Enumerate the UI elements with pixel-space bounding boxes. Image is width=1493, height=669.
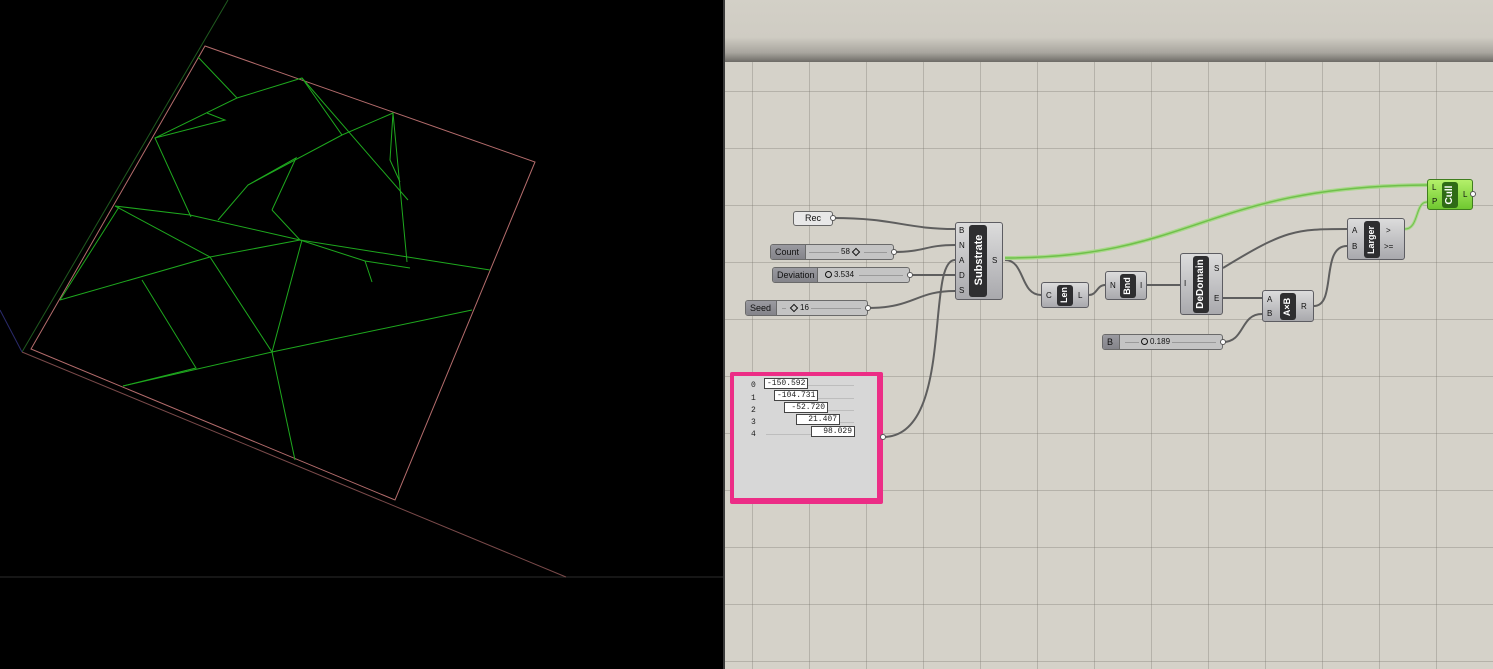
multiply-input-a[interactable]: A bbox=[1267, 296, 1272, 304]
panel-index: 0 bbox=[751, 381, 756, 390]
dedomain-output-s[interactable]: S bbox=[1214, 265, 1219, 273]
wire bbox=[1088, 284, 1106, 296]
panel-index: 1 bbox=[751, 394, 756, 403]
slider-handle-icon bbox=[1141, 338, 1148, 346]
panel-row-divider bbox=[766, 434, 816, 435]
dedomain-output-e[interactable]: E bbox=[1214, 295, 1219, 303]
seed-slider-name: Seed bbox=[746, 301, 777, 315]
panel-value: 98.029 bbox=[811, 426, 855, 437]
wire bbox=[1222, 228, 1348, 269]
panel-index: 3 bbox=[751, 418, 756, 427]
deviation-slider-value[interactable]: 3.534 bbox=[823, 268, 857, 282]
panel-value: -150.592 bbox=[764, 378, 808, 389]
cull-output-l[interactable]: L bbox=[1463, 191, 1467, 199]
wire bbox=[866, 290, 956, 309]
len-component[interactable]: Len C L bbox=[1041, 282, 1089, 308]
deconstruct-domain-label: DeDomain bbox=[1195, 259, 1206, 309]
substrate-input-d[interactable]: D bbox=[959, 272, 965, 280]
world-axis-line bbox=[21, 351, 567, 578]
substrate-label: Substrate bbox=[973, 234, 985, 286]
boundary-rectangle bbox=[30, 45, 536, 501]
len-label: Len bbox=[1059, 287, 1069, 304]
deconstruct-domain-component[interactable]: DeDomain I S E bbox=[1180, 253, 1223, 315]
substrate-component[interactable]: Substrate B N A D S S bbox=[955, 222, 1003, 300]
len-output-l[interactable]: L bbox=[1078, 292, 1082, 300]
substrate-input-n[interactable]: N bbox=[959, 242, 965, 250]
cull-output-grip[interactable] bbox=[1470, 191, 1476, 197]
seed-slider[interactable]: Seed 16 bbox=[745, 300, 868, 316]
panel-row-divider bbox=[826, 410, 854, 411]
rhino-viewport[interactable] bbox=[0, 0, 724, 669]
panel-row-divider bbox=[838, 422, 854, 423]
count-slider[interactable]: Count 58 bbox=[770, 244, 894, 260]
b-slider[interactable]: B 0.189 bbox=[1102, 334, 1223, 350]
substrate-output-s[interactable]: S bbox=[992, 257, 997, 265]
bounds-component[interactable]: Bnd N I bbox=[1105, 271, 1147, 300]
cull-input-l[interactable]: L bbox=[1432, 184, 1436, 192]
world-axis-line bbox=[21, 0, 229, 353]
substrate-curves bbox=[59, 56, 491, 461]
slider-handle-icon bbox=[851, 247, 861, 257]
panel-index: 4 bbox=[751, 430, 756, 439]
count-output-grip[interactable] bbox=[891, 249, 897, 255]
larger-output-gt[interactable]: > bbox=[1386, 227, 1391, 235]
world-axis-line bbox=[0, 309, 23, 353]
bounds-input-n[interactable]: N bbox=[1110, 282, 1116, 290]
b-output-grip[interactable] bbox=[1220, 339, 1226, 345]
grasshopper-canvas[interactable]: Rec Count 58 Deviation 3.534 Seed 16 Sub… bbox=[725, 0, 1493, 669]
substrate-input-b[interactable]: B bbox=[959, 227, 964, 235]
cull-input-p[interactable]: P bbox=[1432, 198, 1437, 206]
panel-content: 0 1 2 3 4 -150.592 -104.731 -52.720 21.4… bbox=[734, 376, 877, 498]
data-panel[interactable]: 0 1 2 3 4 -150.592 -104.731 -52.720 21.4… bbox=[730, 372, 883, 504]
panel-value: -104.731 bbox=[774, 390, 818, 401]
wire bbox=[882, 259, 956, 438]
panel-input-grip[interactable] bbox=[880, 434, 886, 440]
rec-param[interactable]: Rec bbox=[793, 211, 833, 226]
bounds-label: Bnd bbox=[1122, 277, 1132, 295]
cull-pattern-component[interactable]: Cull L P L bbox=[1427, 179, 1473, 210]
panel-value: 21.407 bbox=[796, 414, 840, 425]
slider-handle-icon bbox=[825, 271, 832, 279]
dedomain-input-i[interactable]: I bbox=[1184, 280, 1186, 288]
multiply-input-b[interactable]: B bbox=[1267, 310, 1272, 318]
bounds-output-i[interactable]: I bbox=[1140, 282, 1142, 290]
rec-param-label: Rec bbox=[804, 213, 821, 223]
seed-output-grip[interactable] bbox=[865, 305, 871, 311]
panel-row-divider bbox=[804, 385, 854, 386]
panel-value: -52.720 bbox=[784, 402, 828, 413]
larger-input-a[interactable]: A bbox=[1352, 227, 1357, 235]
multiply-output-r[interactable]: R bbox=[1301, 303, 1307, 311]
selected-wire bbox=[1404, 200, 1428, 231]
wire bbox=[892, 244, 956, 253]
wire bbox=[1004, 259, 1042, 296]
larger-label: Larger bbox=[1366, 226, 1376, 255]
count-slider-value[interactable]: 58 bbox=[839, 245, 864, 259]
deviation-slider[interactable]: Deviation 3.534 bbox=[772, 267, 910, 283]
deviation-output-grip[interactable] bbox=[907, 272, 913, 278]
substrate-input-a[interactable]: A bbox=[959, 257, 964, 265]
len-input-c[interactable]: C bbox=[1046, 292, 1052, 300]
viewport-geometry bbox=[0, 0, 724, 578]
seed-slider-value[interactable]: 16 bbox=[786, 301, 811, 315]
slider-handle-icon bbox=[789, 303, 799, 313]
wire bbox=[1222, 313, 1263, 343]
multiplication-component[interactable]: A×B A B R bbox=[1262, 290, 1314, 322]
count-slider-name: Count bbox=[771, 245, 806, 259]
substrate-input-s[interactable]: S bbox=[959, 287, 964, 295]
multiplication-label: A×B bbox=[1282, 297, 1292, 317]
larger-output-gte[interactable]: >= bbox=[1384, 243, 1393, 251]
slider-track bbox=[859, 275, 903, 276]
rec-output-grip[interactable] bbox=[830, 215, 836, 221]
wire bbox=[832, 217, 956, 230]
wire bbox=[1313, 245, 1348, 307]
larger-input-b[interactable]: B bbox=[1352, 243, 1357, 251]
deviation-slider-name: Deviation bbox=[773, 268, 818, 282]
larger-component[interactable]: Larger A B > >= bbox=[1347, 218, 1405, 260]
cull-label: Cull bbox=[1444, 185, 1455, 205]
panel-index: 2 bbox=[751, 406, 756, 415]
panel-row-divider bbox=[814, 398, 854, 399]
b-slider-value[interactable]: 0.189 bbox=[1139, 335, 1173, 349]
b-slider-name: B bbox=[1103, 335, 1120, 349]
